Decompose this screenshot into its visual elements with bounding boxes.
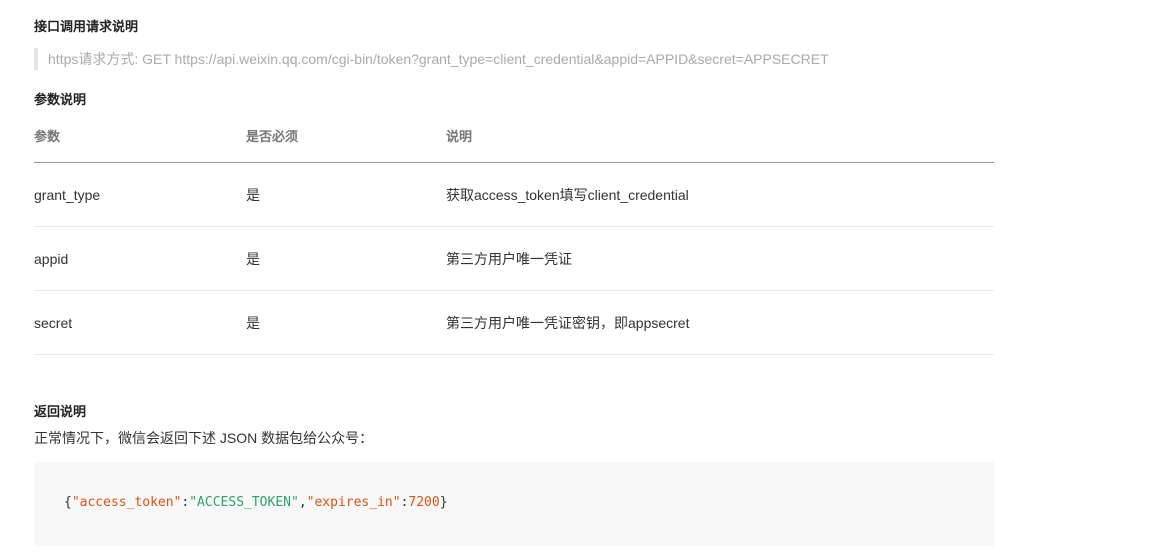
request-heading: 接口调用请求说明 (34, 19, 139, 34)
json-key: "expires_in" (306, 495, 401, 510)
params-heading: 参数说明 (34, 92, 87, 107)
table-row: appid 是 第三方用户唯一凭证 (34, 227, 994, 291)
brace: } (439, 495, 448, 510)
header-required: 是否必须 (246, 129, 299, 144)
header-description: 说明 (446, 129, 473, 144)
brace: { (64, 495, 72, 510)
params-table: 参数 是否必须 说明 grant_type 是 获取access_token填写… (34, 126, 994, 355)
param-required: 是 (246, 186, 260, 203)
param-required: 是 (246, 314, 260, 331)
param-description: 获取access_token填写client_credential (446, 186, 689, 203)
param-required: 是 (246, 250, 260, 267)
table-header: 参数 是否必须 说明 (34, 126, 994, 163)
return-description: 正常情况下，微信会返回下述 JSON 数据包给公众号： (34, 430, 374, 446)
json-response: {"access_token":"ACCESS_TOKEN","expires_… (64, 495, 448, 510)
table-row: secret 是 第三方用户唯一凭证密钥，即appsecret (34, 291, 994, 355)
json-key: "access_token" (71, 495, 182, 510)
param-name: secret (34, 314, 73, 331)
param-name: appid (34, 250, 69, 267)
comma: , (298, 495, 307, 510)
json-number: 7200 (408, 495, 440, 510)
json-string: "ACCESS_TOKEN" (189, 495, 299, 510)
code-block: {"access_token":"ACCESS_TOKEN","expires_… (34, 462, 994, 546)
return-heading: 返回说明 (34, 404, 87, 419)
table-row: grant_type 是 获取access_token填写client_cred… (34, 163, 994, 227)
request-url-quote: https请求方式: GET https://api.weixin.qq.com… (34, 48, 829, 70)
header-param: 参数 (34, 129, 61, 144)
param-description: 第三方用户唯一凭证 (446, 250, 572, 267)
param-name: grant_type (34, 186, 101, 203)
param-description: 第三方用户唯一凭证密钥，即appsecret (446, 314, 690, 331)
